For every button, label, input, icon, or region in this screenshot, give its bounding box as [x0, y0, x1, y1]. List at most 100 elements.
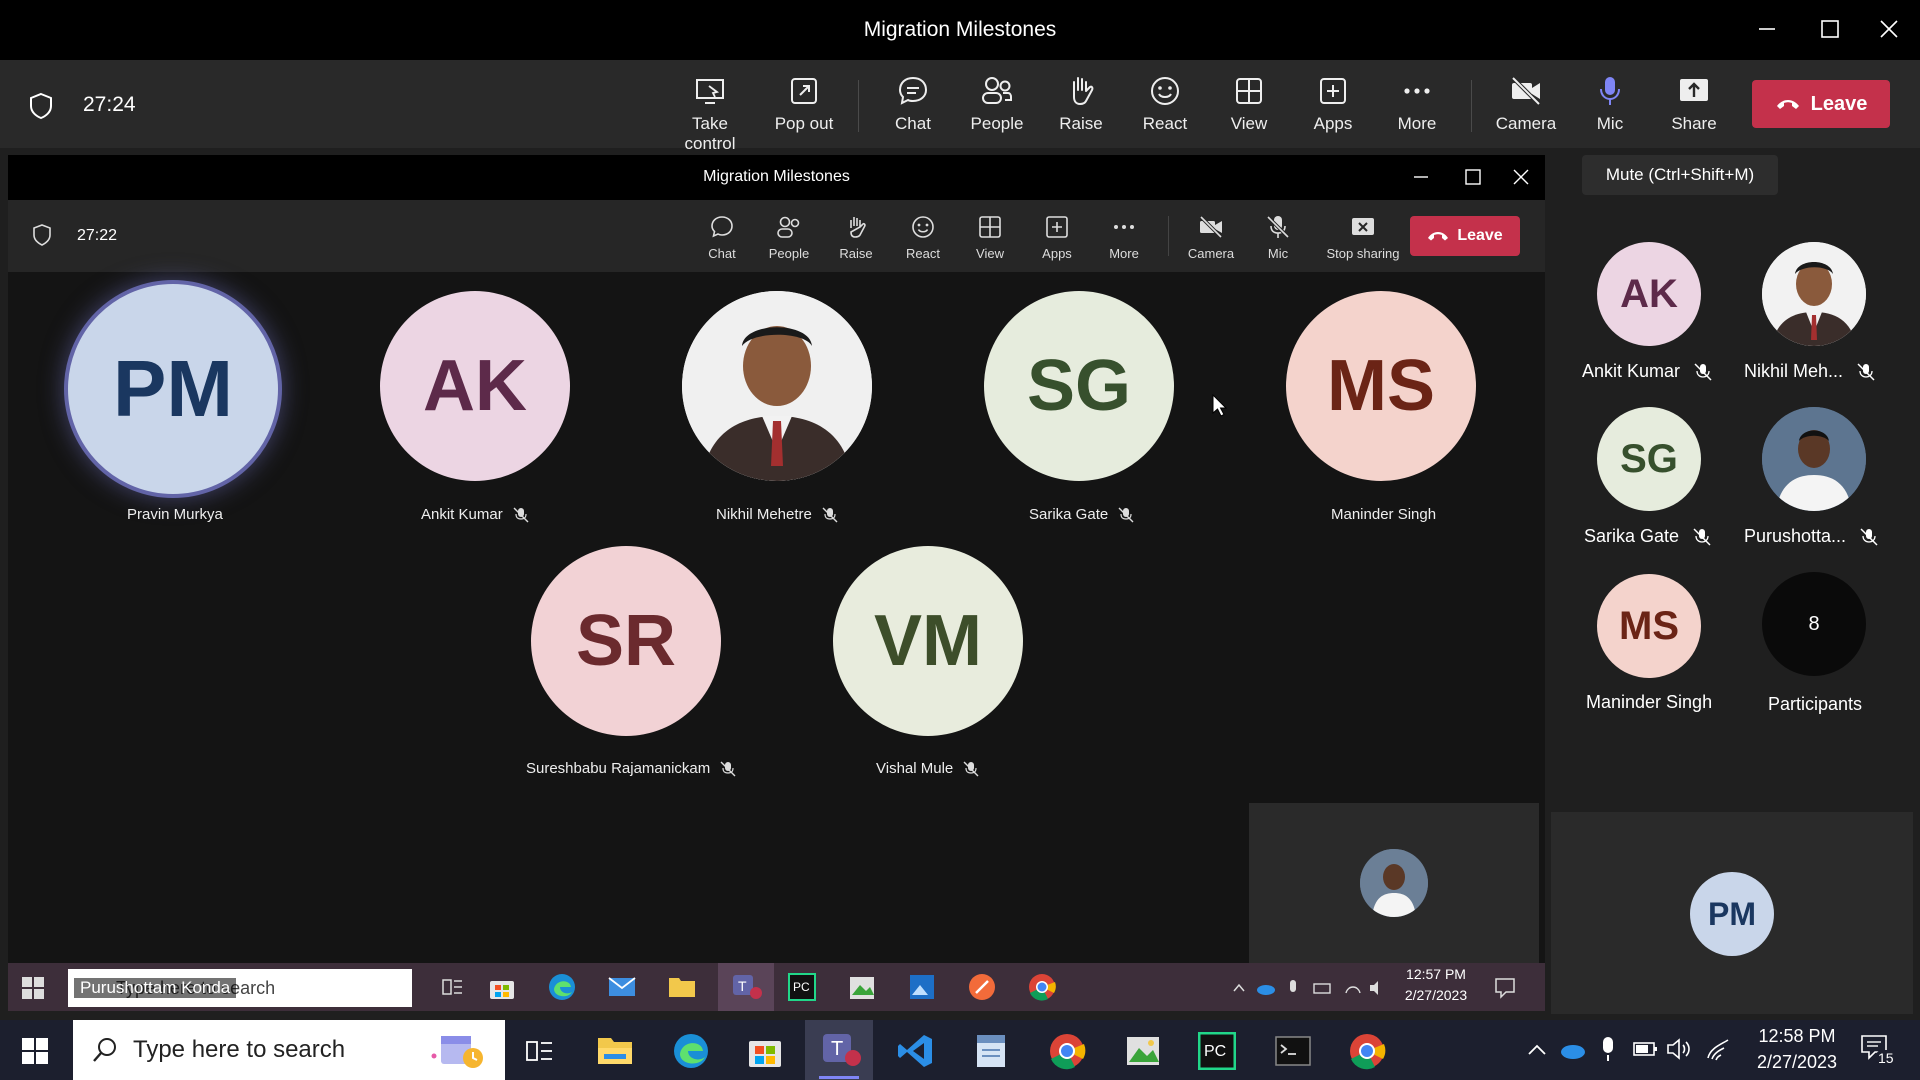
people-button[interactable]: People	[955, 74, 1039, 140]
raise-hand-button[interactable]: Raise	[1039, 74, 1123, 140]
mic-icon	[1593, 74, 1627, 108]
taskbar-search-box[interactable]: Type here to search	[73, 1020, 505, 1080]
participant-count-badge[interactable]: 8	[1762, 572, 1866, 676]
maximize-icon[interactable]	[1815, 14, 1845, 44]
edge-icon[interactable]	[672, 1032, 710, 1070]
react-label: React	[1142, 114, 1188, 133]
participant-photo	[682, 291, 872, 481]
panel-participant-name: Maninder Singh	[1586, 692, 1713, 712]
teams-icon: T	[819, 1034, 861, 1079]
people-icon	[776, 214, 802, 240]
person-photo-icon	[1360, 849, 1428, 917]
document-viewer-icon[interactable]	[972, 1032, 1010, 1070]
search-icon	[91, 1036, 119, 1064]
shared-maximize-icon	[1463, 167, 1483, 187]
windows-start-icon[interactable]	[22, 1038, 48, 1064]
mic-button[interactable]: Mic	[1568, 74, 1652, 140]
clock-date[interactable]: 2/27/2023	[1742, 1052, 1852, 1073]
vscode-icon[interactable]	[896, 1032, 934, 1070]
view-button[interactable]: View	[1207, 74, 1291, 140]
avatar-initials: PM	[113, 344, 233, 433]
participant-avatar: SG	[984, 291, 1174, 481]
apps-button[interactable]: Apps	[1291, 74, 1375, 140]
mic-off-icon	[1693, 527, 1711, 546]
toolbar-divider	[858, 80, 859, 132]
grid-view-icon	[1232, 74, 1266, 108]
leave-button[interactable]: Leave	[1752, 80, 1890, 128]
shared-mic-button: Mic	[1246, 210, 1310, 266]
add-app-icon	[1044, 214, 1070, 240]
panel-participant-avatar[interactable]: SG	[1597, 407, 1701, 511]
folder-icon	[668, 975, 696, 999]
avatar-initials: AK	[423, 346, 527, 426]
task-view-icon[interactable]	[524, 1036, 554, 1066]
people-label: People	[970, 114, 1024, 133]
mic-off-icon	[513, 507, 529, 523]
meeting-toolbar: 27:24 Take control Pop out Chat People R…	[0, 60, 1920, 153]
photos-icon	[908, 973, 936, 1001]
more-button[interactable]: More	[1375, 74, 1459, 140]
panel-participant-name: Nikhil Meh...	[1744, 361, 1875, 382]
tray-chevron-icon[interactable]	[1526, 1040, 1548, 1060]
shared-mic-label: Mic	[1267, 246, 1289, 261]
shared-people-button: People	[757, 210, 821, 266]
panel-participant-photo[interactable]	[1762, 242, 1866, 346]
take-control-icon	[693, 74, 727, 108]
chat-icon	[896, 74, 930, 108]
clock-time[interactable]: 12:58 PM	[1742, 1026, 1852, 1047]
minimize-icon[interactable]	[1752, 14, 1782, 44]
image-editor-icon[interactable]	[1124, 1032, 1162, 1070]
person-photo-icon	[1762, 407, 1866, 511]
notification-center-button[interactable]: 15	[1860, 1034, 1900, 1070]
pycharm-icon[interactable]: PC	[1198, 1032, 1236, 1070]
stop-sharing-button: Stop sharing	[1313, 210, 1413, 266]
shared-react-button: React	[891, 210, 955, 266]
chrome-icon[interactable]	[1048, 1032, 1086, 1070]
smiley-icon	[910, 214, 936, 240]
person-photo-icon	[682, 291, 872, 481]
file-explorer-icon[interactable]	[596, 1034, 634, 1068]
react-button[interactable]: React	[1123, 74, 1207, 140]
chat-button[interactable]: Chat	[871, 74, 955, 140]
panel-participant-name: Purushotta...	[1744, 526, 1878, 547]
shared-view-label: View	[976, 246, 1004, 261]
take-control-button[interactable]: Take control	[668, 74, 752, 153]
camera-button[interactable]: Camera	[1484, 74, 1568, 140]
shared-notification-icon	[1494, 977, 1516, 999]
participant-avatar: AK	[380, 291, 570, 481]
participant-avatar: PM	[64, 280, 282, 498]
task-view-icon	[440, 975, 464, 999]
shared-shield-icon	[32, 224, 52, 246]
raise-label: Raise	[1059, 114, 1103, 133]
chrome-icon[interactable]	[1348, 1032, 1386, 1070]
meeting-timer: 27:24	[83, 93, 136, 116]
shared-view-button: View	[958, 210, 1022, 266]
pycharm-icon: PC	[788, 973, 816, 1001]
battery-icon[interactable]	[1632, 1038, 1658, 1060]
tray-mic-icon[interactable]	[1598, 1036, 1618, 1062]
shared-self-view	[1249, 803, 1539, 963]
teams-taskbar-button[interactable]: T	[805, 1020, 873, 1080]
panel-participant-photo[interactable]	[1762, 407, 1866, 511]
wifi-icon[interactable]	[1704, 1036, 1730, 1062]
close-icon[interactable]	[1874, 14, 1904, 44]
avatar-initials: VM	[874, 601, 982, 681]
onedrive-icon[interactable]	[1559, 1040, 1587, 1060]
volume-icon[interactable]	[1666, 1036, 1692, 1062]
camera-off-icon	[1198, 214, 1224, 240]
edge-icon	[548, 973, 576, 1001]
take-control-label: Take control	[684, 114, 736, 153]
panel-participant-avatar[interactable]: MS	[1597, 574, 1701, 678]
shared-taskbar: Type here to search Purushottam Konda T …	[8, 963, 1545, 1011]
shared-apps-button: Apps	[1025, 210, 1089, 266]
store-icon[interactable]	[746, 1032, 784, 1070]
calendar-widget-icon	[429, 1030, 489, 1070]
postman-icon	[968, 973, 996, 1001]
mic-off-icon	[822, 507, 838, 523]
panel-participant-avatar[interactable]: AK	[1597, 242, 1701, 346]
hand-icon	[1064, 74, 1098, 108]
panel-participant-name: Ankit Kumar	[1582, 361, 1712, 382]
terminal-icon[interactable]	[1274, 1032, 1312, 1070]
pop-out-button[interactable]: Pop out	[762, 74, 846, 140]
share-button[interactable]: Share	[1652, 74, 1736, 140]
